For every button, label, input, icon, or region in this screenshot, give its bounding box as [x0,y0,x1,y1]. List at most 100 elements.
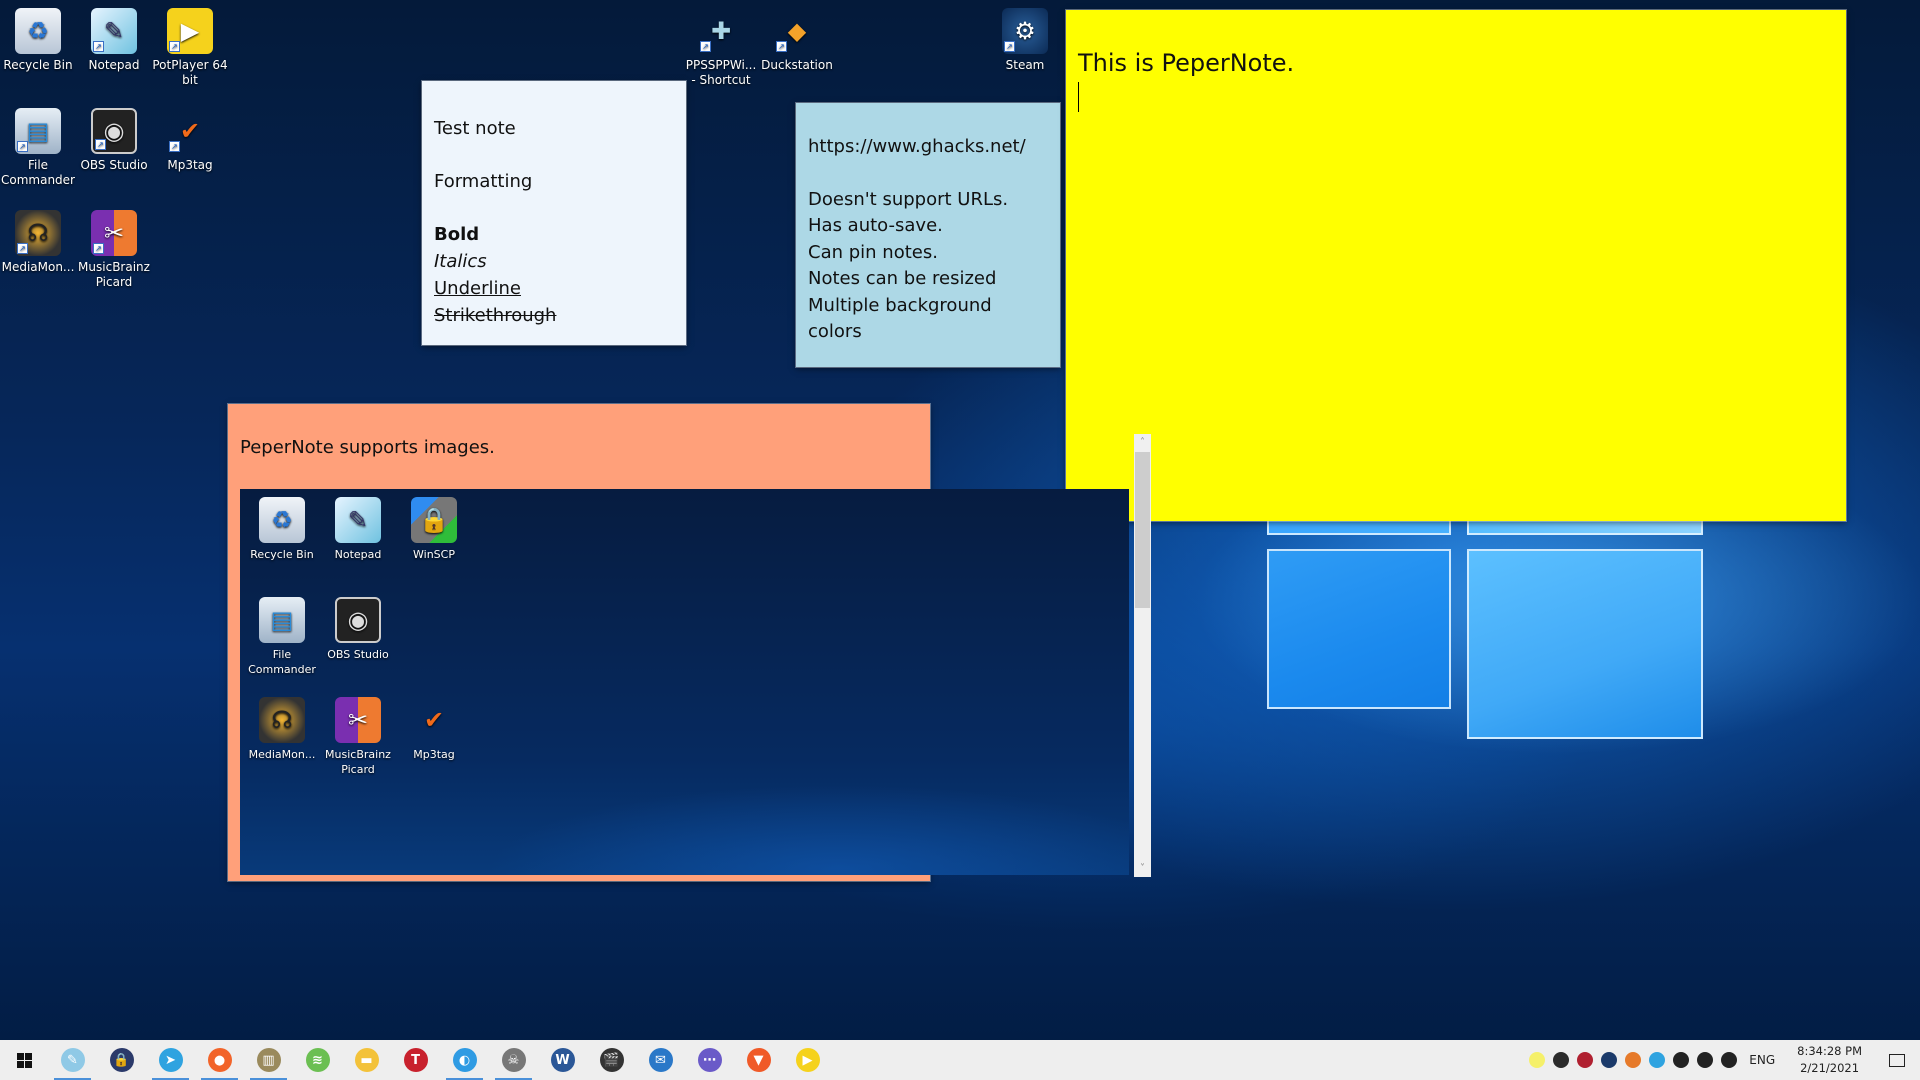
security-tray-icon[interactable] [1549,1040,1573,1080]
image-icon-label: MusicBrainz Picard [325,748,391,776]
image-icon-label: WinSCP [413,548,455,561]
scroll-up-button[interactable]: ˄ [1134,434,1151,451]
file-commander-icon: ▤ [259,597,305,643]
thunderbird-icon: ✉ [648,1048,673,1072]
desktop-icon-potplayer[interactable]: ▶ ↗ PotPlayer 64 bit [152,8,228,88]
shortcut-arrow-icon: ↗ [169,41,180,52]
note-pepernote-main[interactable]: This is PeperNote. [1066,10,1846,521]
desktop-icon-label: OBS Studio [80,158,148,172]
taskbar-app-edge[interactable]: ◐ [440,1040,489,1080]
keepass-icon: 🔒 [109,1048,134,1072]
shortcut-arrow-icon: ↗ [700,41,711,52]
windows-logo-icon [16,1052,32,1068]
potplayer-icon: ▶ [795,1048,820,1072]
note-line-italic: Italics [434,251,487,272]
desktop-icon-duckstation[interactable]: ◆ ↗ Duckstation [759,8,835,73]
shortcut-arrow-icon: ↗ [169,141,180,152]
shortcut-arrow-icon: ↗ [1004,41,1015,52]
taskbar-app-archive[interactable]: ▥ [244,1040,293,1080]
shortcut-arrow-icon: ↗ [93,41,104,52]
taskbar-app-video-editor[interactable]: 🎬 [587,1040,636,1080]
volume-tray-icon[interactable] [1717,1040,1741,1080]
taskbar-app-keepass[interactable]: 🔒 [97,1040,146,1080]
taskbar-app-file-explorer[interactable]: ▬ [342,1040,391,1080]
steam-tray-icon-glyph [1601,1052,1618,1068]
desktop-icon-ppsspp[interactable]: ✚ ↗ PPSSPPWi... - Shortcut [683,8,759,88]
ppsspp-icon: ✚ ↗ [698,8,744,54]
steam-tray-icon[interactable] [1597,1040,1621,1080]
brave-icon: ▼ [746,1048,771,1072]
wifi-tray-icon[interactable] [1693,1040,1717,1080]
language-indicator[interactable]: ENG [1741,1053,1785,1067]
battery-tray-icon[interactable] [1669,1040,1693,1080]
note-url-text: https://www.ghacks.net/ [808,136,1026,157]
note-line: Has auto-save. [808,215,943,236]
taskbar: ✎ 🔒 ➤ ● ▥ ≋ ▬ T ◐ ☠ W 🎬 ✉ ⋯ ▼ ▶ ENG 8:34:28 PM 2/21/202… [0,1040,1920,1080]
mp3tag-icon: ✔ ↗ [167,108,213,154]
taskbar-app-notepad[interactable]: ✎ [48,1040,97,1080]
taskbar-app-brave[interactable]: ▼ [734,1040,783,1080]
telegram-tray-icon-glyph [1649,1052,1666,1068]
desktop-icon-obs-studio[interactable]: ◉ ↗ OBS Studio [76,108,152,173]
mp3tag-icon: ✔ [423,705,445,734]
red-app-tray-icon[interactable] [1573,1040,1597,1080]
file-explorer-icon: ▬ [354,1048,379,1072]
image-icon-label: MediaMon... [248,748,316,761]
mediamonkey-icon: ☊ ↗ [15,210,61,256]
winscp-icon: 🔒 [411,497,457,543]
action-center-button[interactable] [1874,1040,1920,1080]
image-icon-label: Recycle Bin [250,548,314,561]
note-line-strikethrough: Strikethrough [434,305,557,326]
desktop-icon-recycle-bin[interactable]: ♻ Recycle Bin [0,8,76,73]
desktop-icon-mediamonkey[interactable]: ☊ ↗ MediaMon... [0,210,76,275]
alien-app-icon: ☠ [501,1048,526,1072]
red-app-tray-icon-glyph [1577,1052,1594,1068]
note-test-formatting[interactable]: Test note Formatting Bold Italics Underl… [422,81,686,345]
clock[interactable]: 8:34:28 PM 2/21/2021 [1785,1043,1874,1077]
desktop-icon-file-commander[interactable]: ▤ ↗ File Commander [0,108,76,188]
desktop-icon-label: PPSSPPWi... - Shortcut [685,58,757,87]
image-icon-notepad: ✎ Notepad [320,497,396,562]
taskbar-app-potplayer[interactable]: ▶ [783,1040,832,1080]
pepernote-tray-icon[interactable] [1525,1040,1549,1080]
note-line: Can pin notes. [808,241,938,263]
desktop-icon-mp3tag[interactable]: ✔ ↗ Mp3tag [152,108,228,173]
notification-icon [1889,1053,1905,1067]
taskbar-app-alien-app[interactable]: ☠ [489,1040,538,1080]
taskbar-app-firefox[interactable]: ● [195,1040,244,1080]
note-text: This is PeperNote. [1078,49,1295,77]
desktop-icon-steam[interactable]: ⚙ ↗ Steam [987,8,1063,73]
desktop-icon-label: PotPlayer 64 bit [152,58,228,87]
edge-tray-icon[interactable] [1621,1040,1645,1080]
taskbar-apps: ✎ 🔒 ➤ ● ▥ ≋ ▬ T ◐ ☠ W 🎬 ✉ ⋯ ▼ ▶ [48,1040,832,1080]
shortcut-arrow-icon: ↗ [17,243,28,254]
image-icon-file-commander: ▤ File Commander [244,597,320,677]
note-line: Notes can be resized [808,268,997,289]
telegram-tray-icon[interactable] [1645,1040,1669,1080]
battery-tray-icon-glyph [1673,1052,1690,1068]
steam-icon: ⚙ ↗ [1002,8,1048,54]
taskbar-app-telegram[interactable]: ➤ [146,1040,195,1080]
taskbar-app-thunderbird[interactable]: ✉ [636,1040,685,1080]
telegram-icon: ➤ [158,1048,183,1072]
desktop-icon-musicbrainz-picard[interactable]: ✂ ↗ MusicBrainz Picard [76,210,152,290]
desktop-icon-label: Steam [1005,58,1045,72]
taskbar-app-t-app[interactable]: T [391,1040,440,1080]
taskbar-app-rss-reader[interactable]: ≋ [293,1040,342,1080]
file-commander-icon: ▤ ↗ [15,108,61,154]
taskbar-app-word[interactable]: W [538,1040,587,1080]
note-line-underline: Underline [434,278,521,299]
note-image[interactable]: PeperNote supports images. ♻ Recycle Bin… [228,404,1151,881]
edge-icon: ◐ [452,1048,477,1072]
note-scrollbar[interactable]: ˄ ˅ [1134,434,1151,877]
note-line: Formatting [434,171,533,192]
scroll-down-button[interactable]: ˅ [1134,860,1151,877]
t-app-icon: T [403,1048,428,1072]
note-features[interactable]: https://www.ghacks.net/ Doesn't support … [796,103,1060,367]
desktop-icon-notepad[interactable]: ✎ ↗ Notepad [76,8,152,73]
image-icon-musicbrainz-picard: ✂ MusicBrainz Picard [320,697,396,777]
scroll-thumb[interactable] [1135,452,1150,608]
taskbar-app-purple-app[interactable]: ⋯ [685,1040,734,1080]
tray-icons [1525,1040,1741,1080]
start-button[interactable] [0,1040,48,1080]
